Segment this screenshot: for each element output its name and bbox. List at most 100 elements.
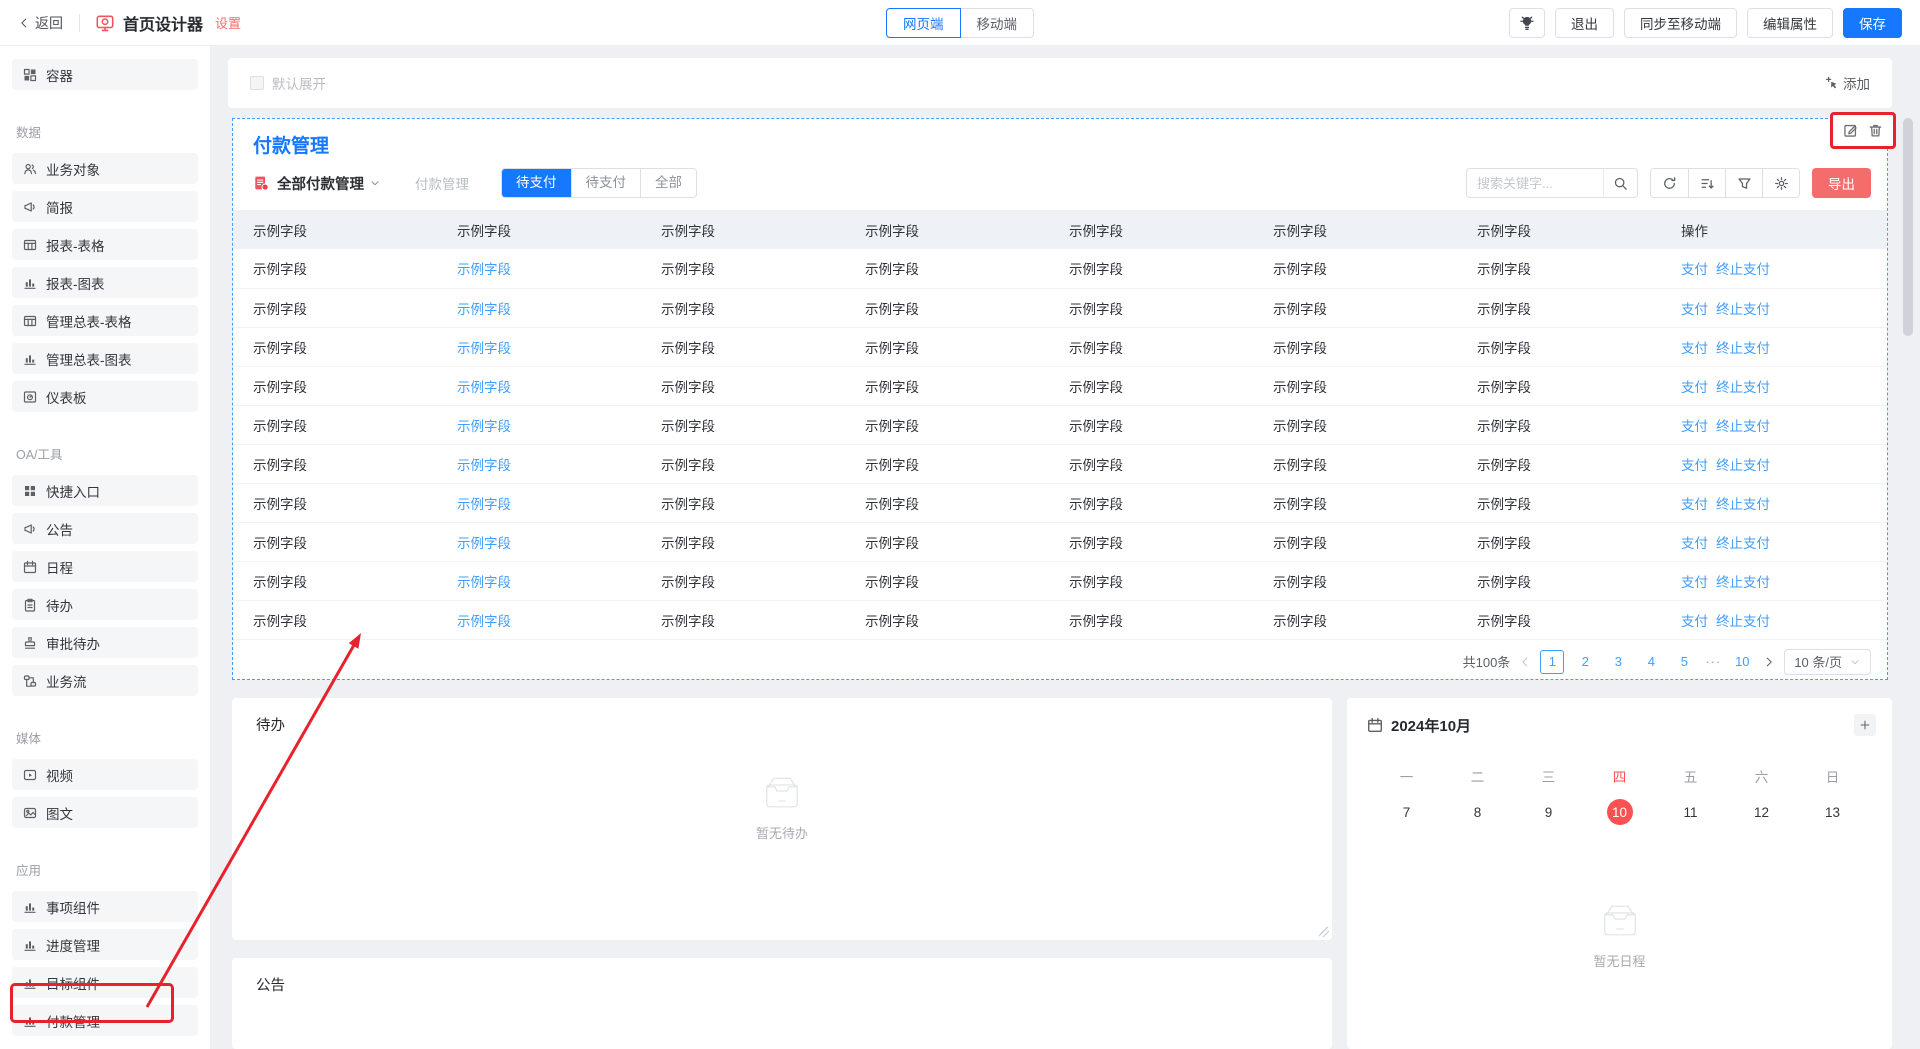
stop-pay-action-link[interactable]: 终止支付	[1716, 380, 1770, 395]
cell-link[interactable]: 示例字段	[457, 614, 511, 629]
status-tab-0[interactable]: 待支付	[502, 169, 571, 197]
cell-link[interactable]: 示例字段	[457, 458, 511, 473]
exit-button[interactable]: 退出	[1555, 8, 1614, 38]
sidebar-item-审批待办[interactable]: 审批待办	[12, 627, 198, 658]
add-button[interactable]: 添加	[1824, 73, 1870, 93]
cell-link[interactable]: 示例字段	[457, 380, 511, 395]
date-cell-7[interactable]: 7	[1394, 799, 1420, 825]
payment-panel[interactable]: 付款管理 全部付款管理 付款管理 待支付待支付全部 导出 示例字段示例字段示例字…	[232, 118, 1888, 680]
sidebar-item-快捷入口[interactable]: 快捷入口	[12, 475, 198, 506]
sidebar-item-管理总表-表格[interactable]: 管理总表-表格	[12, 305, 198, 336]
settings-link[interactable]: 设置	[215, 13, 241, 32]
default-expand-option[interactable]: 默认展开	[250, 73, 326, 93]
pay-action-link[interactable]: 支付	[1681, 458, 1708, 473]
stop-pay-action-link[interactable]: 终止支付	[1716, 262, 1770, 277]
cell-link[interactable]: 示例字段	[457, 536, 511, 551]
stop-pay-action-link[interactable]: 终止支付	[1716, 536, 1770, 551]
pay-action-link[interactable]: 支付	[1681, 497, 1708, 512]
stop-pay-action-link[interactable]: 终止支付	[1716, 575, 1770, 590]
theme-bulb-button[interactable]	[1509, 8, 1545, 38]
cell-link[interactable]: 示例字段	[457, 419, 511, 434]
date-cell-8[interactable]: 8	[1465, 799, 1491, 825]
sidebar-item-业务对象[interactable]: 业务对象	[12, 153, 198, 184]
sidebar-item-业务流[interactable]: 业务流	[12, 665, 198, 696]
cell-link[interactable]: 示例字段	[457, 262, 511, 277]
cell-link[interactable]: 示例字段	[457, 302, 511, 317]
device-tab-移动端[interactable]: 移动端	[960, 8, 1035, 38]
edit-panel-button[interactable]	[1843, 123, 1858, 138]
delete-panel-button[interactable]	[1868, 123, 1883, 138]
page-button-1[interactable]: 1	[1540, 650, 1564, 674]
pay-action-link[interactable]: 支付	[1681, 380, 1708, 395]
sidebar-item-待办[interactable]: 待办	[12, 589, 198, 620]
search-button[interactable]	[1603, 169, 1637, 197]
pay-action-link[interactable]: 支付	[1681, 302, 1708, 317]
pay-action-link[interactable]: 支付	[1681, 536, 1708, 551]
export-button[interactable]: 导出	[1812, 168, 1871, 198]
back-button[interactable]: 返回	[18, 13, 63, 33]
date-cell-12[interactable]: 12	[1749, 799, 1775, 825]
sidebar-item-仪表板[interactable]: 仪表板	[12, 381, 198, 412]
chevron-down-icon[interactable]	[369, 177, 381, 189]
pay-action-link[interactable]: 支付	[1681, 614, 1708, 629]
date-cell-9[interactable]: 9	[1536, 799, 1562, 825]
refresh-button[interactable]	[1651, 169, 1688, 197]
cell-link[interactable]: 示例字段	[457, 341, 511, 356]
page-button-4[interactable]: 4	[1639, 650, 1663, 674]
date-cell-10[interactable]: 10	[1607, 799, 1633, 825]
todo-panel[interactable]: 待办 暂无待办	[232, 698, 1332, 940]
sidebar-item-简报[interactable]: 简报	[12, 191, 198, 222]
sync-to-mobile-button[interactable]: 同步至移动端	[1624, 8, 1737, 38]
sidebar-item-报表-图表[interactable]: 报表-图表	[12, 267, 198, 298]
status-tab-1[interactable]: 待支付	[571, 169, 641, 197]
date-cell-11[interactable]: 11	[1678, 799, 1704, 825]
sidebar-item-容器[interactable]: 容器	[12, 59, 198, 90]
edit-properties-button[interactable]: 编辑属性	[1747, 8, 1833, 38]
date-cell-13[interactable]: 13	[1820, 799, 1846, 825]
pay-action-link[interactable]: 支付	[1681, 575, 1708, 590]
pay-action-link[interactable]: 支付	[1681, 419, 1708, 434]
stop-pay-action-link[interactable]: 终止支付	[1716, 419, 1770, 434]
prev-page-button[interactable]	[1519, 656, 1531, 668]
filter-button[interactable]	[1725, 169, 1762, 197]
stop-pay-action-link[interactable]: 终止支付	[1716, 458, 1770, 473]
sort-button[interactable]	[1688, 169, 1725, 197]
status-tab-2[interactable]: 全部	[640, 169, 696, 197]
view-filter-dropdown[interactable]: 全部付款管理	[277, 173, 364, 194]
page-button-10[interactable]: 10	[1730, 650, 1754, 674]
sidebar-item-付款管理[interactable]: 付款管理	[12, 1005, 198, 1036]
default-expand-checkbox[interactable]	[250, 76, 264, 90]
pay-action-link[interactable]: 支付	[1681, 341, 1708, 356]
cell-link[interactable]: 示例字段	[457, 575, 511, 590]
save-button[interactable]: 保存	[1843, 8, 1902, 38]
page-button-3[interactable]: 3	[1606, 650, 1630, 674]
page-button-2[interactable]: 2	[1573, 650, 1597, 674]
sidebar-item-进度管理[interactable]: 进度管理	[12, 929, 198, 960]
notice-panel[interactable]: 公告	[232, 958, 1332, 1049]
stop-pay-action-link[interactable]: 终止支付	[1716, 614, 1770, 629]
sidebar-item-事项组件[interactable]: 事项组件	[12, 891, 198, 922]
sidebar-item-图文[interactable]: 图文	[12, 797, 198, 828]
page-size-select[interactable]: 10 条/页	[1784, 649, 1871, 675]
sidebar-item-管理总表-图表[interactable]: 管理总表-图表	[12, 343, 198, 374]
page-scrollbar[interactable]	[1903, 118, 1913, 336]
cell-link[interactable]: 示例字段	[457, 497, 511, 512]
sidebar-item-公告[interactable]: 公告	[12, 513, 198, 544]
page-button-5[interactable]: 5	[1672, 650, 1696, 674]
device-tab-网页端[interactable]: 网页端	[886, 8, 961, 38]
sidebar-item-日程[interactable]: 日程	[12, 551, 198, 582]
resize-grip[interactable]	[1319, 927, 1329, 937]
pay-action-link[interactable]: 支付	[1681, 262, 1708, 277]
stop-pay-action-link[interactable]: 终止支付	[1716, 497, 1770, 512]
sidebar-item-视频[interactable]: 视频	[12, 759, 198, 790]
calendar-panel[interactable]: 2024年10月 一二三四五六日 78910111213 暂无日程	[1347, 698, 1892, 1049]
sidebar-item-目标组件[interactable]: 目标组件	[12, 967, 198, 998]
stop-pay-action-link[interactable]: 终止支付	[1716, 302, 1770, 317]
calendar-add-button[interactable]	[1854, 714, 1876, 736]
next-page-button[interactable]	[1763, 656, 1775, 668]
subtab-payment[interactable]: 付款管理	[415, 173, 469, 193]
settings-button[interactable]	[1762, 169, 1799, 197]
search-input[interactable]	[1467, 176, 1603, 191]
stop-pay-action-link[interactable]: 终止支付	[1716, 341, 1770, 356]
sidebar-item-报表-表格[interactable]: 报表-表格	[12, 229, 198, 260]
